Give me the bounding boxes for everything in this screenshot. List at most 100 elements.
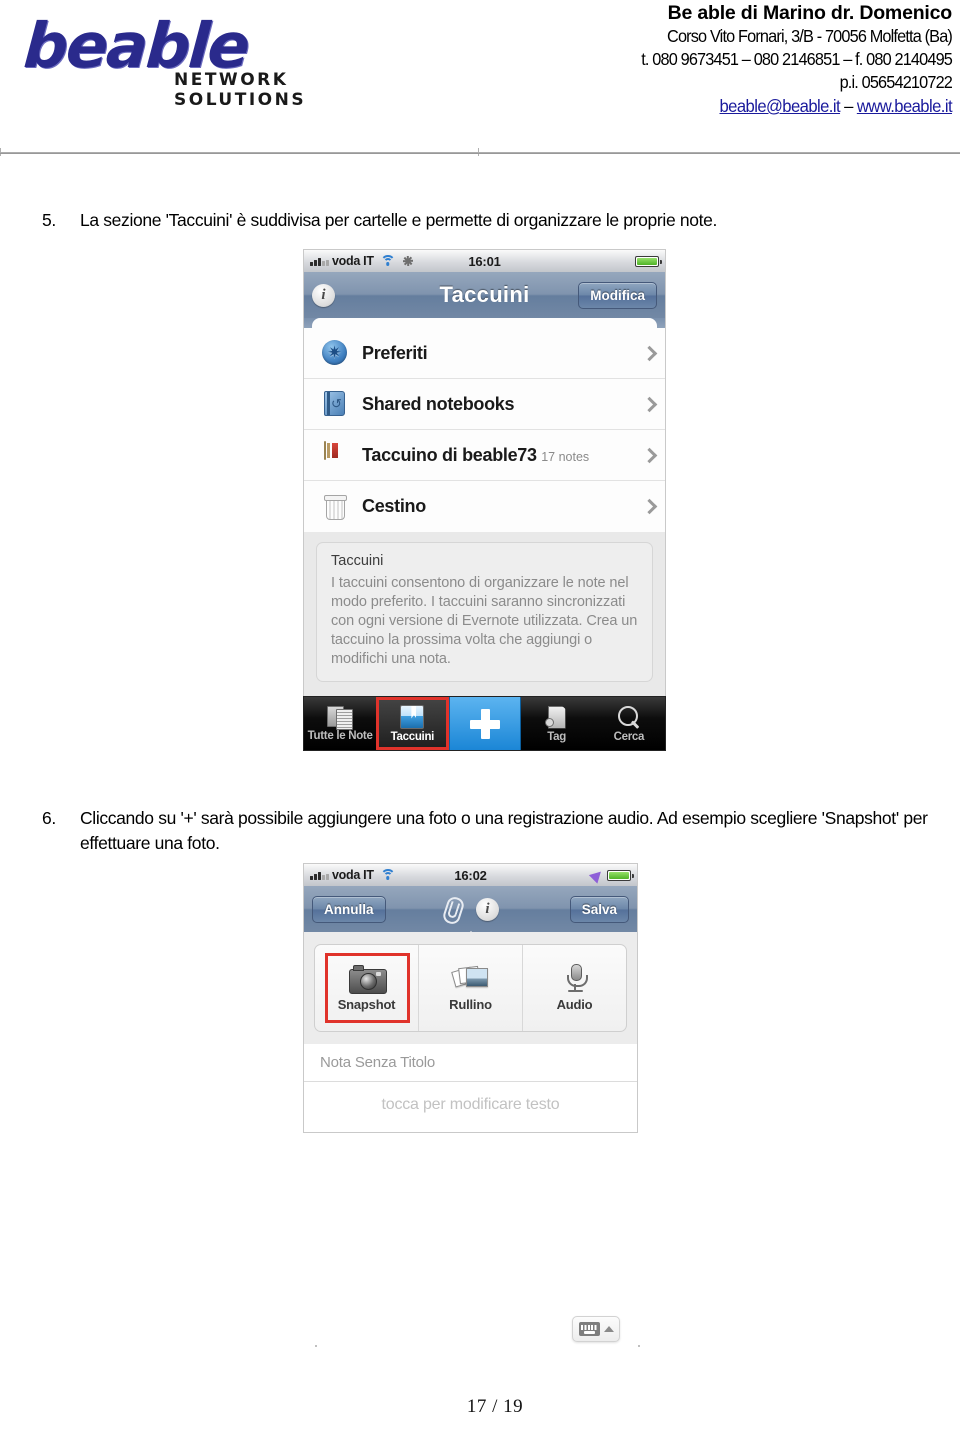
battery-icon — [607, 869, 634, 881]
note-fields: Nota Senza Titolo tocca per modificare t… — [303, 1044, 638, 1133]
tab-cerca[interactable]: Cerca — [593, 697, 665, 750]
notebooks-list: ✷ Preferiti ↺ Shared notebooks Taccuino … — [303, 318, 666, 532]
list-item-cestino[interactable]: Cestino — [304, 481, 665, 532]
company-contact-info: Be able di Marino dr. Domenico Corso Vit… — [392, 2, 953, 118]
shot2-status-bar: voda IT 16:02 — [303, 863, 638, 886]
attachment-rullino[interactable]: Rullino — [419, 945, 523, 1031]
attachment-audio[interactable]: Audio — [523, 945, 626, 1031]
taccuini-info-panel: Taccuini I taccuini consentono di organi… — [316, 542, 653, 682]
shot1-status-bar: voda IT 16:01 — [303, 249, 666, 272]
attachment-label: Rullino — [449, 997, 492, 1012]
chevron-right-icon — [644, 448, 653, 463]
step-6: 6. Cliccando su '+' sarà possibile aggiu… — [42, 806, 957, 856]
search-icon — [617, 705, 641, 729]
notebook-icon — [322, 441, 348, 468]
header-divider — [0, 152, 960, 154]
keyboard-icon — [578, 1322, 600, 1336]
attachment-options: Snapshot Rullino Audio — [314, 944, 627, 1032]
microphone-icon — [562, 964, 588, 992]
company-name: Be able di Marino dr. Domenico — [667, 2, 953, 24]
location-arrow-icon — [591, 869, 603, 881]
company-address: Corso Vito Fornari, 3/B - 70056 Molfetta… — [667, 26, 953, 46]
list-item-shared-labels: Shared notebooks — [362, 394, 644, 415]
company-links: beable@beable.it – www.beable.it — [420, 94, 952, 118]
website-link[interactable]: www.beable.it — [857, 96, 953, 116]
page-mark-right — [638, 1345, 640, 1347]
info-panel-title: Taccuini — [331, 553, 384, 569]
attachment-options-container: Snapshot Rullino Audio — [303, 932, 638, 1044]
keyboard-toggle-button[interactable] — [572, 1316, 620, 1342]
document-header: beable NETWORK SOLUTIONS Be able di Mari… — [0, 0, 960, 148]
info-icon[interactable]: i — [476, 897, 499, 921]
chevron-right-icon — [644, 346, 653, 361]
shot1-status-right — [635, 255, 662, 267]
list-item-shared-notebooks[interactable]: ↺ Shared notebooks — [304, 379, 665, 430]
shot1-nav-bar: i Taccuini Modifica — [303, 272, 666, 318]
list-item-taccuino-labels: Taccuino di beable73 17 notes — [362, 445, 644, 466]
email-link[interactable]: beable@beable.it — [719, 96, 840, 116]
plus-icon — [468, 707, 502, 741]
trash-icon — [322, 494, 348, 520]
tab-taccuini[interactable]: Taccuini — [376, 697, 449, 750]
page-number: 17 / 19 — [466, 1396, 524, 1417]
shared-notebook-icon: ↺ — [322, 391, 348, 417]
list-item-label: Shared notebooks — [362, 393, 515, 414]
annulla-button[interactable]: Annulla — [312, 895, 386, 923]
shot2-status-right — [591, 869, 634, 881]
step-5-text: La sezione 'Taccuini' è suddivisa per ca… — [80, 210, 718, 230]
step-5: 5. La sezione 'Taccuini' è suddivisa per… — [42, 208, 932, 233]
camera-icon — [348, 964, 387, 994]
tab-tag[interactable]: Tag — [521, 697, 593, 750]
tab-label: Tag — [547, 730, 566, 743]
salva-button[interactable]: Salva — [569, 895, 629, 923]
shot2-nav-bar: Annulla i Salva — [303, 886, 638, 941]
tag-icon — [544, 705, 569, 729]
all-notes-icon — [327, 705, 354, 730]
list-item-taccuino-beable73[interactable]: Taccuino di beable73 17 notes — [304, 430, 665, 481]
screenshot-new-note-attachments: voda IT 16:02 Annulla i Salva Snapshot R… — [303, 863, 638, 1138]
list-top-curve — [304, 318, 665, 334]
attachment-snapshot[interactable]: Snapshot — [315, 945, 419, 1031]
add-note-button[interactable] — [448, 697, 521, 750]
link-separator: – — [840, 96, 857, 116]
step-6-text: Cliccando su '+' sarà possibile aggiunge… — [80, 808, 928, 853]
shot2-clock: 16:02 — [454, 867, 487, 883]
shot1-clock: 16:01 — [468, 253, 501, 269]
chevron-right-icon — [644, 397, 653, 412]
company-vat: p.i. 05654210722 — [839, 72, 953, 92]
attachment-label: Audio — [556, 997, 593, 1012]
list-item-label: Taccuino di beable73 — [362, 444, 537, 465]
list-item-cestino-labels: Cestino — [362, 496, 644, 517]
tab-label: Taccuini — [390, 730, 435, 743]
chevron-up-icon — [603, 1326, 614, 1332]
paperclip-icon[interactable] — [442, 896, 462, 922]
attachment-label: Snapshot — [337, 996, 396, 1012]
chevron-right-icon — [644, 499, 653, 514]
logo-tagline: NETWORK SOLUTIONS — [174, 70, 307, 110]
shot1-tab-bar: Tutte le Note Taccuini Tag Cerca — [303, 696, 666, 751]
tab-label: Tutte le Note — [307, 729, 373, 742]
step-5-number: 5. — [42, 210, 56, 230]
info-panel-container: Taccuini I taccuini consentono di organi… — [303, 532, 666, 696]
page-mark-left — [315, 1345, 317, 1347]
photo-library-icon — [450, 964, 489, 992]
notebooks-icon — [400, 704, 425, 729]
tab-label: Cerca — [613, 730, 645, 743]
list-item-note-count: 17 notes — [541, 449, 590, 464]
company-phones: t. 080 9673451 – 080 2146851 – f. 080 21… — [641, 49, 953, 69]
modifica-button[interactable]: Modifica — [578, 281, 657, 309]
battery-icon — [635, 255, 662, 267]
note-title-input[interactable]: Nota Senza Titolo — [304, 1044, 637, 1082]
note-body-input[interactable]: tocca per modificare testo — [304, 1082, 637, 1132]
star-favorites-icon: ✷ — [322, 340, 348, 366]
list-item-preferiti-labels: Preferiti — [362, 343, 644, 364]
company-logo: beable NETWORK SOLUTIONS — [21, 9, 424, 110]
list-item-preferiti[interactable]: ✷ Preferiti — [304, 328, 665, 379]
screenshot-notebooks-list: voda IT 16:01 i Taccuini Modifica ✷ Pref… — [303, 249, 666, 777]
popover-caret — [459, 931, 482, 941]
step-6-number: 6. — [42, 808, 56, 828]
list-item-label: Cestino — [362, 496, 426, 516]
list-item-label: Preferiti — [362, 342, 428, 363]
info-panel-body: I taccuini consentono di organizzare le … — [331, 575, 638, 667]
tab-tutte-le-note[interactable]: Tutte le Note — [304, 697, 376, 750]
